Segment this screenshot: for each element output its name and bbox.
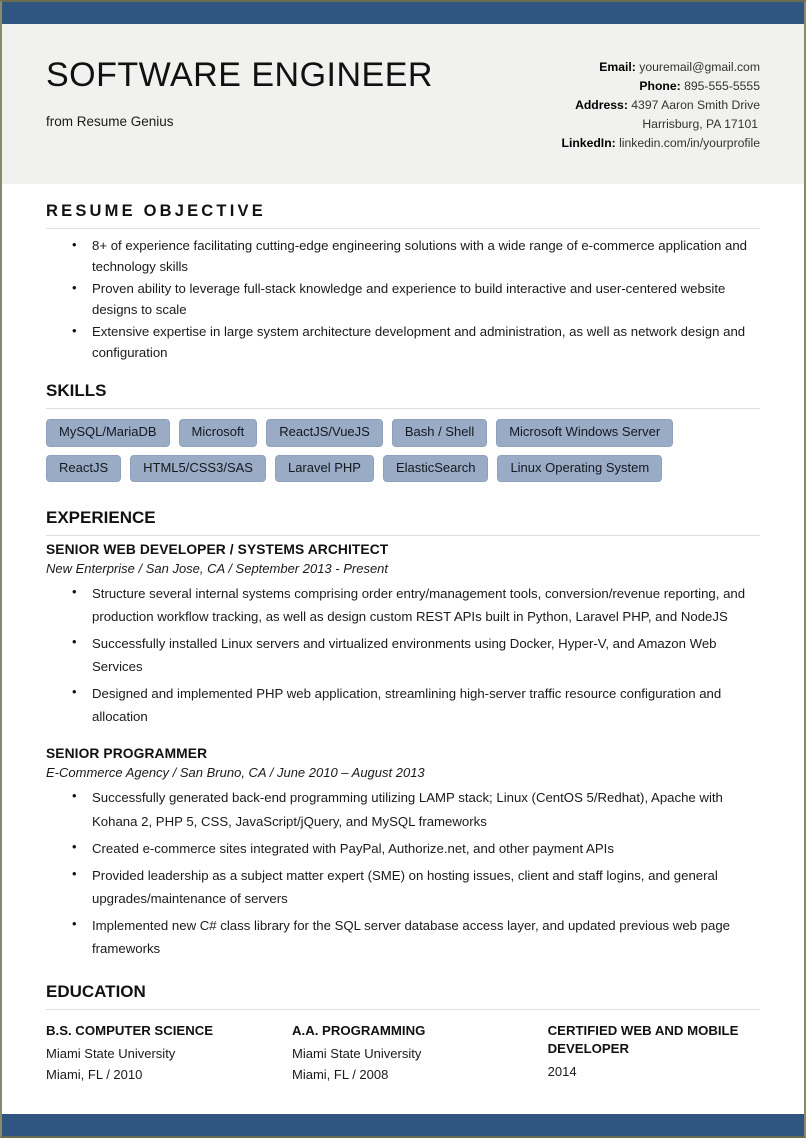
skill-chip[interactable]: ElasticSearch: [382, 454, 489, 482]
objective-bullet-list: 8+ of experience facilitating cutting-ed…: [46, 234, 760, 364]
section-divider: [46, 534, 760, 536]
list-item: Designed and implemented PHP web applica…: [72, 681, 760, 728]
education-school: Miami State University: [292, 1045, 422, 1061]
experience-entry: SENIOR WEB DEVELOPER / SYSTEMS ARCHITECT…: [46, 542, 760, 729]
job-bullet-list: Successfully generated back-end programm…: [46, 785, 760, 960]
job-title: SENIOR WEB DEVELOPER / SYSTEMS ARCHITECT: [46, 541, 389, 557]
education-entry: A.A. PROGRAMMING Miami State University …: [292, 1022, 548, 1082]
skill-chip[interactable]: Microsoft: [178, 419, 258, 447]
subtitle-from-line: from Resume Genius: [46, 114, 174, 129]
page-title: SOFTWARE ENGINEER: [46, 56, 433, 94]
section-divider: [46, 228, 760, 229]
education-school: Miami State University: [46, 1045, 176, 1061]
contact-row-email: Email: youremail@gmail.com: [562, 58, 760, 77]
skill-chip[interactable]: Microsoft Windows Server: [496, 419, 674, 447]
section-divider: [46, 1009, 760, 1011]
contact-row-phone: Phone: 895-555-5555: [562, 77, 760, 96]
education-entry: CERTIFIED WEB AND MOBILE DEVELOPER 2014: [548, 1022, 760, 1082]
skill-chip[interactable]: ReactJS/VueJS: [266, 419, 383, 447]
linkedin-value[interactable]: linkedin.com/in/yourprofile: [619, 136, 760, 150]
section-heading-objective: RESUME OBJECTIVE: [46, 202, 266, 220]
list-item: Proven ability to leverage full-stack kn…: [72, 277, 760, 321]
resume-header: SOFTWARE ENGINEER from Resume Genius Ema…: [2, 24, 804, 184]
section-divider: [46, 408, 760, 410]
skill-chip[interactable]: Laravel PHP: [274, 454, 374, 482]
list-item: Created e-commerce sites integrated with…: [72, 836, 760, 860]
education-grid: B.S. COMPUTER SCIENCE Miami State Univer…: [46, 1022, 760, 1082]
job-meta: E-Commerce Agency / San Bruno, CA / June…: [46, 765, 425, 781]
education-school: 2014: [547, 1063, 577, 1079]
section-experience: EXPERIENCE SENIOR WEB DEVELOPER / SYSTEM…: [46, 490, 760, 960]
education-degree: B.S. COMPUTER SCIENCE: [46, 1023, 214, 1039]
email-value[interactable]: youremail@gmail.com: [639, 60, 760, 74]
section-skills: SKILLS MySQL/MariaDB Microsoft ReactJS/V…: [46, 363, 760, 482]
contact-info: Email: youremail@gmail.com Phone: 895-55…: [562, 58, 760, 153]
job-bullet-list: Structure several internal systems compr…: [46, 581, 760, 729]
list-item: Implemented new C# class library for the…: [72, 913, 760, 960]
education-location-year: Miami, FL / 2010: [46, 1066, 143, 1082]
address-label: Address:: [575, 97, 628, 112]
address-value-line1: 4397 Aaron Smith Drive: [631, 97, 760, 112]
contact-row-address: Address: 4397 Aaron Smith Drive Harrisbu…: [562, 96, 760, 134]
list-item: Successfully generated back-end programm…: [72, 785, 760, 832]
list-item: 8+ of experience facilitating cutting-ed…: [72, 234, 760, 278]
section-education: EDUCATION B.S. COMPUTER SCIENCE Miami St…: [46, 964, 760, 1082]
name-block: SOFTWARE ENGINEER from Resume Genius: [46, 58, 433, 129]
linkedin-label: LinkedIn:: [561, 135, 616, 150]
section-resume-objective: RESUME OBJECTIVE 8+ of experience facili…: [46, 184, 760, 363]
skill-chip[interactable]: HTML5/CSS3/SAS: [130, 454, 266, 482]
skill-chip[interactable]: ReactJS: [46, 454, 122, 482]
top-accent-bar: [2, 2, 804, 24]
email-label: Email:: [599, 60, 636, 74]
education-location-year: Miami, FL / 2008: [292, 1066, 389, 1082]
resume-body: RESUME OBJECTIVE 8+ of experience facili…: [2, 184, 804, 1114]
contact-row-linkedin: LinkedIn: linkedin.com/in/yourprofile: [562, 134, 760, 153]
education-entry: B.S. COMPUTER SCIENCE Miami State Univer…: [46, 1022, 292, 1082]
section-heading-experience: EXPERIENCE: [46, 507, 156, 527]
list-item: Provided leadership as a subject matter …: [72, 863, 760, 910]
section-heading-skills: SKILLS: [46, 381, 107, 401]
section-heading-education: EDUCATION: [46, 982, 146, 1002]
phone-value[interactable]: 895-555-5555: [684, 79, 760, 93]
job-meta: New Enterprise / San Jose, CA / Septembe…: [46, 560, 389, 576]
list-item: Structure several internal systems compr…: [72, 581, 760, 628]
skill-chip[interactable]: Linux Operating System: [497, 454, 663, 482]
address-value-line2: Harrisburg, PA 17101: [642, 116, 758, 131]
bottom-accent-bar: [2, 1114, 804, 1136]
phone-label: Phone:: [639, 78, 681, 93]
experience-entry: SENIOR PROGRAMMER E-Commerce Agency / Sa…: [46, 746, 760, 960]
list-item: Extensive expertise in large system arch…: [72, 320, 760, 364]
skill-chip[interactable]: Bash / Shell: [391, 419, 488, 447]
education-degree: CERTIFIED WEB AND MOBILE DEVELOPER: [547, 1023, 739, 1056]
list-item: Successfully installed Linux servers and…: [72, 631, 760, 678]
skills-chip-container: MySQL/MariaDB Microsoft ReactJS/VueJS Ba…: [46, 419, 760, 482]
skill-row: ReactJS HTML5/CSS3/SAS Laravel PHP Elast…: [46, 454, 760, 482]
education-degree: A.A. PROGRAMMING: [292, 1023, 426, 1039]
job-title: SENIOR PROGRAMMER: [46, 746, 208, 762]
skill-row: MySQL/MariaDB Microsoft ReactJS/VueJS Ba…: [46, 419, 760, 447]
resume-page: SOFTWARE ENGINEER from Resume Genius Ema…: [0, 0, 806, 1138]
skill-chip[interactable]: MySQL/MariaDB: [46, 419, 170, 447]
